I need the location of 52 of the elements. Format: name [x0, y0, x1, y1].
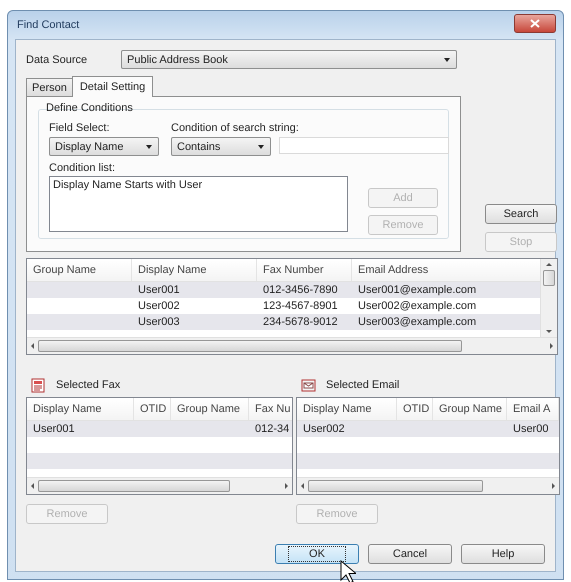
field-select-dropdown[interactable]: Display Name [49, 137, 159, 156]
group-title: Define Conditions [45, 102, 134, 114]
search-string-field[interactable] [279, 137, 449, 154]
tab[interactable]: Person [26, 78, 73, 96]
table-cell-text: User00 [512, 423, 550, 435]
table-cell-text: 234-5678-9012 [262, 316, 339, 328]
column-header[interactable]: Group Name [171, 398, 249, 420]
column-header[interactable]: Group Name [433, 398, 507, 420]
fax-icon [31, 378, 46, 392]
column-header[interactable]: Display Name [297, 398, 397, 420]
section-title: Selected Fax [56, 379, 120, 391]
field-label: Field Select: [49, 122, 111, 134]
table-cell-text: 123-4567-8901 [262, 300, 339, 312]
column-header[interactable]: OTID [134, 398, 171, 420]
field-label: Condition list: [49, 162, 116, 174]
column-header[interactable]: Display Name [132, 259, 257, 281]
column-header[interactable]: Email A [507, 398, 559, 420]
tab[interactable]: Detail Setting [72, 76, 154, 97]
table-cell-text: User003 [137, 316, 181, 328]
table-cell-text: User001 [137, 284, 181, 296]
cancel-button[interactable]: Cancel [368, 544, 452, 564]
table-cell-text: 012-3456-7890 [262, 284, 339, 296]
table-cell-text: 012-34 [254, 423, 290, 435]
horizontal-scrollbar[interactable] [27, 337, 557, 354]
field-label: Condition of search string: [171, 122, 300, 134]
column-header[interactable]: Group Name [27, 259, 132, 281]
window-title: Find Contact [16, 19, 80, 31]
column-header[interactable]: Fax Number [257, 259, 352, 281]
table-cell-text: User001@example.com [357, 284, 478, 296]
close-button[interactable] [514, 14, 556, 32]
table-cell-text: User003@example.com [357, 316, 478, 328]
condition-list[interactable]: Display Name Starts with User [49, 176, 348, 232]
help-button[interactable]: Help [461, 544, 545, 564]
ok-button[interactable]: OK [275, 544, 359, 564]
cursor-icon [340, 560, 356, 582]
section-title: Selected Email [326, 379, 400, 391]
table-cell-text: User001 [32, 423, 76, 435]
data-source-dropdown[interactable]: Public Address Book [121, 50, 457, 69]
envelope-icon [301, 378, 316, 392]
vertical-scrollbar[interactable] [540, 259, 557, 337]
table-cell-text: User002@example.com [357, 300, 478, 312]
search-button[interactable]: Search [485, 204, 557, 224]
field-label: Data Source [26, 54, 88, 66]
condition-dropdown[interactable]: Contains [171, 137, 271, 156]
table-cell-text: User002 [137, 300, 181, 312]
horizontal-scrollbar[interactable] [297, 477, 559, 494]
horizontal-scrollbar[interactable] [27, 477, 292, 494]
column-header[interactable]: Display Name [27, 398, 134, 420]
column-header[interactable]: OTID [397, 398, 433, 420]
close-icon [530, 18, 540, 28]
table-cell-text: User002 [302, 423, 346, 435]
list-item[interactable]: Display Name Starts with User [53, 179, 344, 191]
